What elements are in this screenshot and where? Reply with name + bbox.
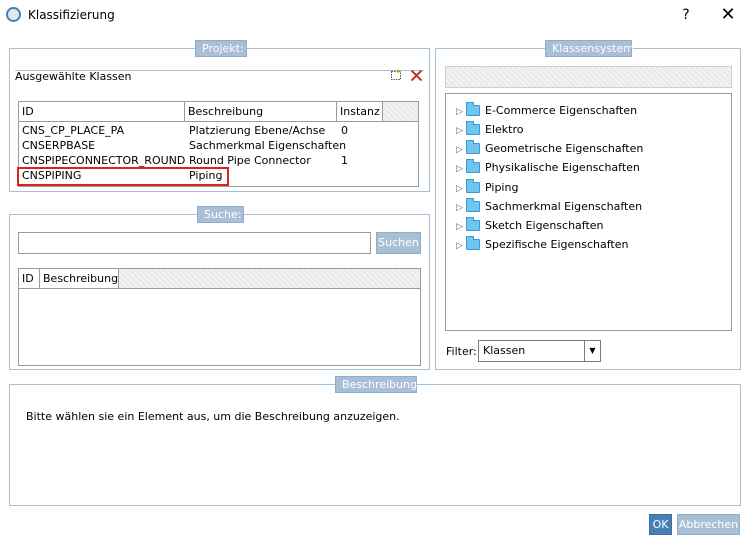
tree-item[interactable]: ▷ Physikalische Eigenschaften: [456, 159, 640, 177]
tree-item[interactable]: ▷ E-Commerce Eigenschaften: [456, 102, 637, 120]
tree-item[interactable]: ▷ Piping: [456, 179, 518, 197]
row-instanz: 1: [341, 154, 348, 167]
selected-classes-label: Ausgewählte Klassen: [15, 70, 132, 83]
search-results-table: ID Beschreibung: [18, 268, 421, 366]
delete-icon[interactable]: [410, 69, 423, 82]
chevron-right-icon[interactable]: ▷: [456, 123, 466, 139]
column-header-beschreibung[interactable]: Beschreibung: [40, 269, 119, 288]
tree-item[interactable]: ▷ Spezifische Eigenschaften: [456, 236, 628, 254]
suche-group: Suchen ID Beschreibung: [9, 214, 430, 370]
column-header-id[interactable]: ID: [19, 102, 185, 121]
cancel-button[interactable]: Abbrechen: [677, 514, 740, 535]
chevron-down-icon[interactable]: ▼: [584, 341, 600, 361]
table-row[interactable]: CNSPIPECONNECTOR_ROUND Round Pipe Connec…: [19, 154, 418, 168]
chevron-right-icon[interactable]: ▷: [456, 181, 466, 197]
row-instanz: 0: [341, 124, 348, 137]
row-beschreibung: Round Pipe Connector: [189, 154, 311, 167]
folder-icon: [466, 236, 480, 250]
tree-item[interactable]: ▷ Sachmerkmal Eigenschaften: [456, 198, 642, 216]
beschreibung-group-title: Beschreibung: [335, 376, 417, 393]
chevron-right-icon[interactable]: ▷: [456, 219, 466, 235]
column-header-beschreibung[interactable]: Beschreibung: [185, 102, 337, 121]
description-text: Bitte wählen sie ein Element aus, um die…: [26, 410, 400, 423]
table-header: ID Beschreibung Instanz: [19, 102, 418, 122]
window-title: Klassifizierung: [28, 8, 115, 22]
folder-icon: [466, 102, 480, 116]
chevron-right-icon[interactable]: ▷: [456, 161, 466, 177]
close-button[interactable]: ✕: [716, 3, 740, 27]
klassensystem-group-title: Klassensystem:: [545, 40, 638, 57]
row-beschreibung: Platzierung Ebene/Achse: [189, 124, 326, 137]
tree-item[interactable]: ▷ Geometrische Eigenschaften: [456, 140, 643, 158]
folder-icon: [466, 198, 480, 212]
beschreibung-group: Bitte wählen sie ein Element aus, um die…: [9, 384, 741, 506]
suche-group-title: Suche:: [197, 206, 244, 223]
folder-icon: [466, 140, 480, 154]
filter-label: Filter:: [446, 345, 477, 358]
projekt-group-title: Projekt:: [195, 40, 247, 57]
table-row[interactable]: CNSERPBASE Sachmerkmal Eigenschaften: [19, 139, 418, 153]
klassensystem-path-bar: [445, 66, 732, 88]
chevron-right-icon[interactable]: ▷: [456, 200, 466, 216]
table-header: ID Beschreibung: [19, 269, 420, 289]
filter-select[interactable]: Klassen ▼: [478, 340, 601, 362]
folder-icon: [466, 159, 480, 173]
tree-item[interactable]: ▷ Elektro: [456, 121, 523, 139]
class-tree: ▷ E-Commerce Eigenschaften ▷ Elektro ▷ Geom…: [445, 93, 732, 331]
chevron-right-icon[interactable]: ▷: [456, 142, 466, 158]
row-id: CNSERPBASE: [22, 139, 96, 152]
new-class-icon[interactable]: [390, 69, 402, 81]
ok-button[interactable]: OK: [649, 514, 672, 535]
tree-item[interactable]: ▷ Sketch Eigenschaften: [456, 217, 604, 235]
row-id: CNSPIPECONNECTOR_ROUND: [22, 154, 186, 167]
column-header-instanz[interactable]: Instanz: [337, 102, 383, 121]
row-beschreibung: Sachmerkmal Eigenschaften: [189, 139, 347, 152]
table-row[interactable]: CNS_CP_PLACE_PA Platzierung Ebene/Achse …: [19, 124, 418, 138]
selected-classes-table: ID Beschreibung Instanz CNS_CP_PLACE_PA …: [17, 101, 419, 187]
search-input[interactable]: [18, 232, 371, 254]
help-button[interactable]: ?: [676, 5, 696, 25]
chevron-right-icon[interactable]: ▷: [456, 104, 466, 120]
folder-icon: [466, 217, 480, 231]
app-icon: [6, 7, 21, 22]
row-id: CNS_CP_PLACE_PA: [22, 124, 125, 137]
chevron-right-icon[interactable]: ▷: [456, 238, 466, 254]
search-button[interactable]: Suchen: [376, 232, 421, 254]
folder-icon: [466, 179, 480, 193]
title-bar: Klassifizierung ? ✕: [0, 0, 750, 30]
folder-icon: [466, 121, 480, 135]
highlight-box: [17, 167, 229, 186]
projekt-group: Ausgewählte Klassen ID Beschreibung Inst…: [9, 48, 430, 192]
column-header-id[interactable]: ID: [19, 269, 40, 288]
klassensystem-group: ▷ E-Commerce Eigenschaften ▷ Elektro ▷ Geom…: [435, 48, 741, 370]
